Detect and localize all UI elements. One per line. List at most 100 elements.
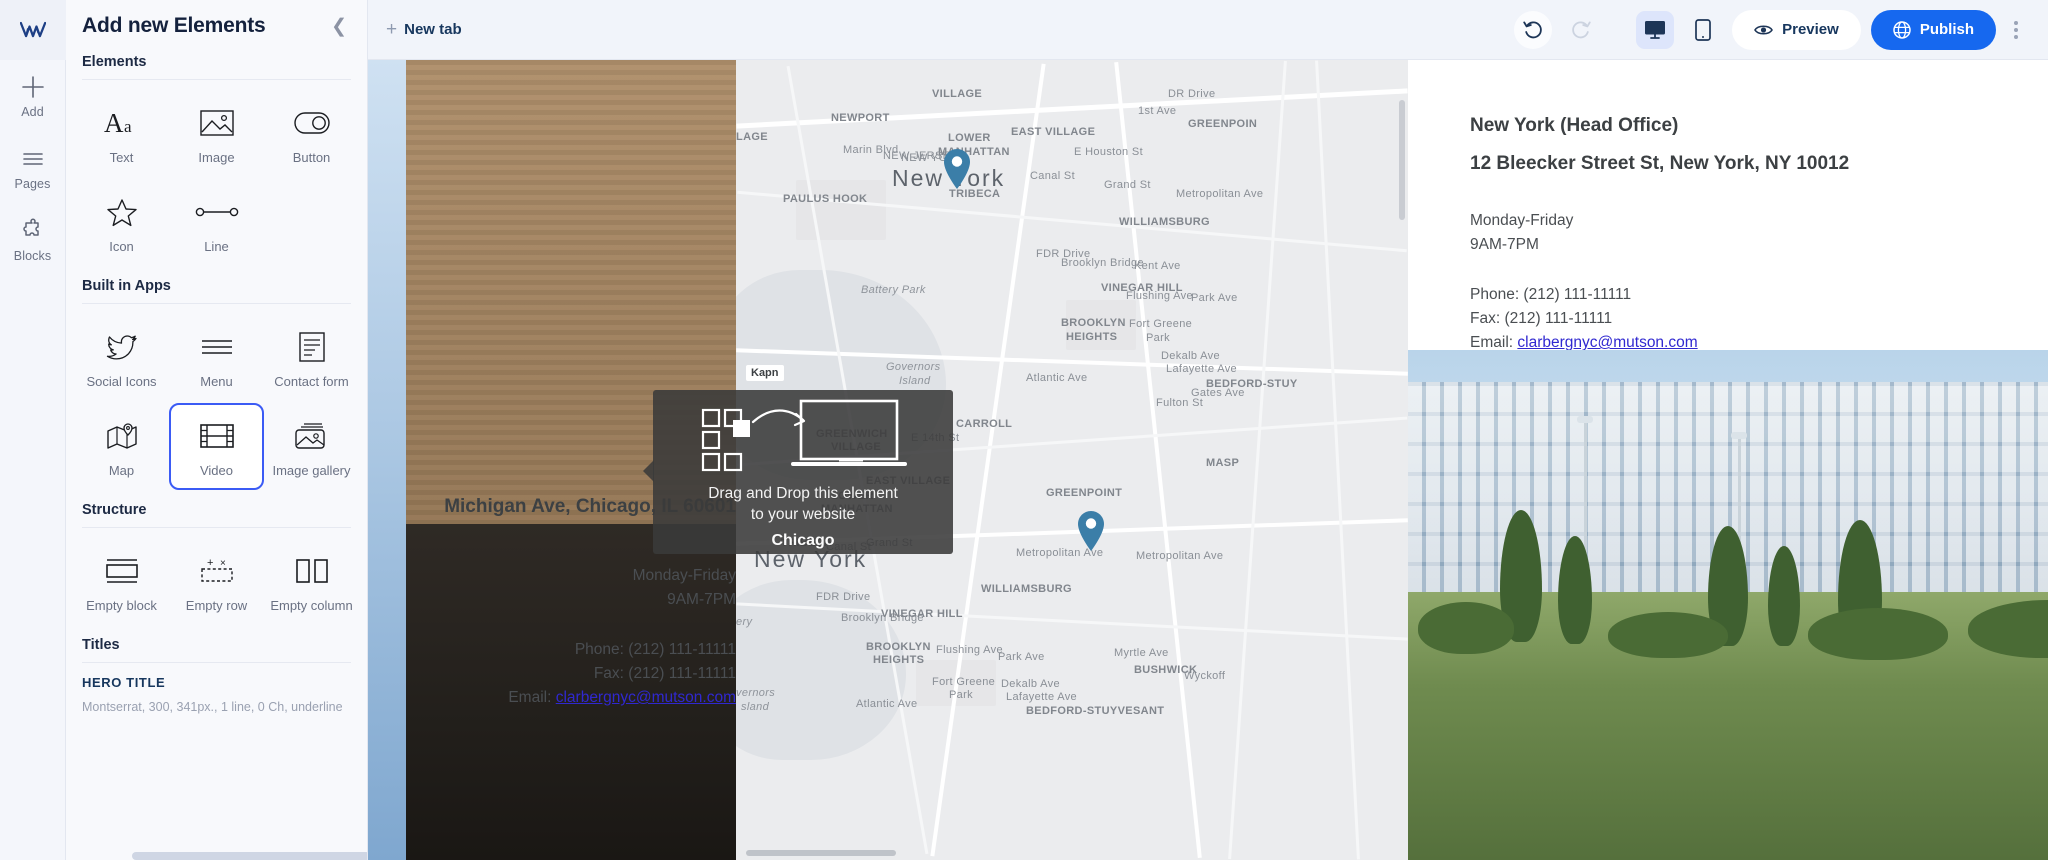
- preview-button[interactable]: Preview: [1732, 9, 1861, 50]
- map-horizontal-scrollbar[interactable]: [746, 850, 896, 856]
- desktop-monitor-icon: [1645, 20, 1666, 39]
- map-label: Myrtle Ave: [1114, 647, 1169, 659]
- element-icon[interactable]: Icon: [74, 179, 169, 266]
- app-social-icons[interactable]: Social Icons: [74, 314, 169, 401]
- section-heading-structure: Structure: [82, 502, 147, 518]
- element-icon-label: Icon: [109, 239, 134, 254]
- map-vertical-scrollbar[interactable]: [1399, 100, 1405, 220]
- map-label: MASP: [1206, 457, 1240, 469]
- panel-header: Add new Elements ❮: [66, 0, 367, 46]
- canvas-column-newyork: New York (Head Office) 12 Bleecker Stree…: [1408, 60, 2048, 860]
- app-menu-label: Menu: [200, 374, 233, 389]
- map-label: Wyckoff: [1184, 670, 1226, 682]
- left-icon-rail: Add Pages Blocks: [0, 0, 66, 860]
- app-social-icons-label: Social Icons: [86, 374, 157, 389]
- text-aa-icon: Aa: [104, 104, 140, 142]
- new-tab-label: New tab: [404, 21, 462, 38]
- contact-form-icon: [298, 328, 325, 366]
- map-label: Park Ave: [998, 651, 1045, 663]
- app-map[interactable]: Map: [74, 403, 169, 490]
- chicago-email-label: Email:: [508, 689, 556, 707]
- chicago-hours: 9AM-7PM: [667, 591, 736, 609]
- new-tab-button[interactable]: + New tab: [386, 20, 462, 39]
- app-video[interactable]: Video: [169, 403, 264, 490]
- image-picture-icon: [199, 104, 234, 142]
- sidebar-item-blocks[interactable]: Blocks: [0, 204, 66, 276]
- structure-empty-row[interactable]: + × Empty row: [169, 538, 264, 625]
- map-attribution: Kapn: [746, 365, 784, 381]
- chicago-email-line: Email: clarbergnyc@mutson.com: [368, 686, 736, 710]
- mobile-phone-icon: [1695, 18, 1711, 41]
- sidebar-item-pages[interactable]: Pages: [0, 132, 66, 204]
- globe-icon: [1893, 20, 1911, 39]
- mobile-view-button[interactable]: [1684, 11, 1722, 49]
- element-text-label: Text: [109, 150, 134, 165]
- map-label: WILLIAMSBURG: [981, 583, 1072, 595]
- section-heading-titles: Titles: [82, 637, 120, 653]
- undo-button[interactable]: [1514, 10, 1553, 49]
- sidebar-item-pages-label: Pages: [14, 176, 51, 191]
- element-image[interactable]: Image: [169, 90, 264, 177]
- map-label: HEIGHTS: [873, 654, 925, 666]
- map-label: Flushing Ave: [936, 644, 1003, 656]
- weebly-editor-window: Add Pages Blocks Add new Elements ❮ Elem…: [0, 0, 2048, 860]
- map-label: GREENPOIN: [1188, 118, 1258, 130]
- map-location-pin[interactable]: [942, 148, 972, 190]
- panel-horizontal-scrollbar[interactable]: [132, 852, 367, 860]
- map-label: Island: [899, 375, 931, 387]
- chicago-email-link[interactable]: clarbergnyc@mutson.com: [556, 689, 736, 706]
- app-image-gallery[interactable]: Image gallery: [264, 403, 359, 490]
- map-label: Grand St: [1104, 179, 1151, 191]
- newyork-fax: Fax: (212) 111-11111: [1470, 310, 1613, 328]
- element-text[interactable]: Aa Text: [74, 90, 169, 177]
- newyork-hours: 9AM-7PM: [1470, 236, 1539, 254]
- structure-empty-block[interactable]: Empty block: [74, 538, 169, 625]
- redo-button[interactable]: [1562, 11, 1600, 49]
- element-line[interactable]: Line: [169, 179, 264, 266]
- structure-empty-column[interactable]: Empty column: [264, 538, 359, 625]
- map-label: Fort Greene: [1129, 318, 1193, 330]
- sidebar-item-add[interactable]: Add: [0, 60, 66, 132]
- title-preset-hero-title[interactable]: HERO TITLE Montserrat, 300, 341px., 1 li…: [66, 663, 367, 722]
- editor-toolbar: + New tab Preview Publish: [368, 0, 2048, 60]
- chevron-left-icon[interactable]: ❮: [331, 17, 347, 36]
- preview-label: Preview: [1782, 21, 1839, 38]
- star-icon: [106, 193, 137, 231]
- sky-strip: [368, 60, 406, 860]
- publish-label: Publish: [1919, 21, 1974, 38]
- app-menu[interactable]: Menu: [169, 314, 264, 401]
- map-label: Fulton St: [1156, 397, 1204, 409]
- map-label: Park: [1146, 332, 1171, 344]
- section-heading-builtin-apps: Built in Apps: [82, 278, 171, 294]
- hero-title-meta: Montserrat, 300, 341px., 1 line, 0 Ch, u…: [82, 700, 343, 714]
- svg-text:a: a: [124, 117, 132, 136]
- film-strip-icon: [199, 417, 234, 455]
- sidebar-item-add-label: Add: [21, 104, 44, 119]
- more-options-button[interactable]: [2006, 15, 2026, 45]
- map-label: Brooklyn Bridge: [1061, 257, 1144, 269]
- desktop-view-button[interactable]: [1636, 10, 1675, 49]
- elements-grid: Aa Text Image Button Icon Line: [66, 80, 367, 270]
- map-label: Park: [949, 689, 974, 701]
- app-contact-form[interactable]: Contact form: [264, 314, 359, 401]
- empty-row-icon: + ×: [198, 552, 236, 590]
- map-label: CARROLL: [956, 418, 1013, 430]
- element-line-label: Line: [204, 239, 229, 254]
- newyork-email-link[interactable]: clarbergnyc@mutson.com: [1517, 334, 1697, 351]
- newyork-address: 12 Bleecker Street St, New York, NY 1001…: [1470, 152, 1850, 174]
- page-title: Add new Elements: [82, 14, 266, 37]
- app-logo[interactable]: [0, 0, 66, 60]
- empty-column-icon: [295, 552, 329, 590]
- chicago-phone: Phone: (212) 111-11111: [574, 641, 736, 659]
- folded-map-pin-icon: [106, 417, 138, 455]
- website-canvas: VILLAGE NEWPORT EAST VILLAGE GREENPOIN LOWER…: [368, 60, 2048, 860]
- weebly-wings-logo-icon: [19, 21, 46, 38]
- map-label: 1st Ave: [1138, 105, 1177, 117]
- line-with-endpoints-icon: [195, 193, 239, 231]
- map-label: GREENPOINT: [1046, 487, 1123, 499]
- element-button[interactable]: Button: [264, 90, 359, 177]
- map-label: Atlantic Ave: [1026, 372, 1088, 384]
- map-location-pin[interactable]: [1076, 510, 1106, 552]
- chicago-days: Monday-Friday: [632, 567, 736, 584]
- publish-button[interactable]: Publish: [1870, 9, 1996, 50]
